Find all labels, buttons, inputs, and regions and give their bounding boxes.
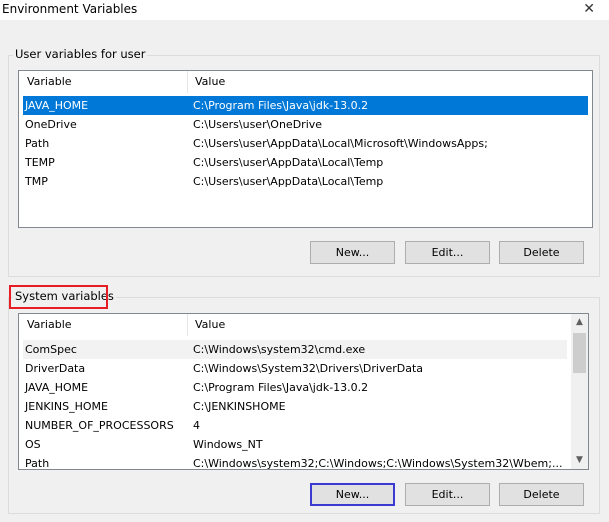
- variable-value-cell: C:\Users\user\AppData\Local\Microsoft\Wi…: [193, 137, 488, 150]
- close-icon[interactable]: ✕: [583, 1, 595, 17]
- variable-name-cell: JENKINS_HOME: [25, 400, 108, 413]
- variable-value-cell: Windows_NT: [193, 438, 263, 451]
- variable-value-cell: C:\Program Files\Java\jdk-13.0.2: [193, 99, 369, 112]
- variable-value-cell: C:\Windows\System32\Drivers\DriverData: [193, 362, 424, 375]
- system-variables-list[interactable]: Variable Value ComSpec C:\Windows\system3…: [18, 313, 589, 470]
- user-list-header: Variable Value: [19, 71, 592, 93]
- table-row[interactable]: JAVA_HOME C:\Program Files\Java\jdk-13.0.…: [23, 378, 567, 397]
- variable-value-cell: C:\Windows\system32\cmd.exe: [193, 343, 366, 356]
- vertical-scrollbar[interactable]: ▲ ▼: [571, 314, 588, 469]
- variable-name-cell: JAVA_HOME: [25, 99, 89, 112]
- table-row[interactable]: JAVA_HOME C:\Program Files\Java\jdk-13.0.…: [23, 96, 588, 115]
- scroll-down-icon[interactable]: ▼: [571, 452, 588, 469]
- column-separator[interactable]: [187, 314, 188, 336]
- variable-value-cell: C:\Program Files\Java\jdk-13.0.2: [193, 381, 369, 394]
- user-edit-button[interactable]: Edit...: [405, 241, 490, 264]
- window-title: Environment Variables: [2, 2, 138, 16]
- column-header-value[interactable]: Value: [195, 318, 225, 331]
- column-header-value[interactable]: Value: [195, 75, 225, 88]
- variable-value-cell: C:\Users\user\AppData\Local\Temp: [193, 175, 384, 188]
- table-row[interactable]: NUMBER_OF_PROCESSORS 4: [23, 416, 567, 435]
- variable-name-cell: Path: [25, 137, 50, 150]
- system-delete-button[interactable]: Delete: [499, 483, 584, 506]
- scroll-up-icon[interactable]: ▲: [571, 314, 588, 331]
- variable-value-cell: C:\Users\user\OneDrive: [193, 118, 323, 131]
- user-variables-list[interactable]: Variable Value JAVA_HOME C:\Program Files…: [18, 70, 593, 228]
- variable-value-cell: 4: [193, 419, 200, 432]
- system-list-header: Variable Value: [19, 314, 588, 336]
- table-row[interactable]: OS Windows_NT: [23, 435, 567, 454]
- title-bar: Environment Variables ✕: [0, 0, 609, 20]
- table-row[interactable]: Path C:\Windows\system32;C:\Windows;C:\Wi…: [23, 454, 567, 470]
- column-header-variable[interactable]: Variable: [27, 75, 72, 88]
- variable-name-cell: ComSpec: [25, 343, 77, 356]
- table-row[interactable]: TEMP C:\Users\user\AppData\Local\Temp: [23, 153, 588, 172]
- system-edit-button[interactable]: Edit...: [405, 483, 490, 506]
- highlight-annotation-box: [9, 285, 108, 309]
- variable-name-cell: OneDrive: [25, 118, 77, 131]
- table-row[interactable]: TMP C:\Users\user\AppData\Local\Temp: [23, 172, 588, 191]
- variable-name-cell: TMP: [25, 175, 48, 188]
- user-new-button[interactable]: New...: [310, 241, 395, 264]
- variable-value-cell: C:\Windows\system32;C:\Windows;C:\Window…: [193, 457, 563, 470]
- column-separator[interactable]: [187, 71, 188, 93]
- table-row[interactable]: DriverData C:\Windows\System32\Drivers\Dr…: [23, 359, 567, 378]
- scrollbar-thumb[interactable]: [573, 333, 586, 373]
- variable-value-cell: C:\Users\user\AppData\Local\Temp: [193, 156, 384, 169]
- table-row[interactable]: Path C:\Users\user\AppData\Local\Microsof…: [23, 134, 588, 153]
- column-header-variable[interactable]: Variable: [27, 318, 72, 331]
- variable-name-cell: TEMP: [25, 156, 55, 169]
- table-row[interactable]: OneDrive C:\Users\user\OneDrive: [23, 115, 588, 134]
- variable-name-cell: Path: [25, 457, 50, 470]
- user-variables-legend: User variables for user: [13, 47, 148, 61]
- variable-name-cell: OS: [25, 438, 41, 451]
- user-delete-button[interactable]: Delete: [499, 241, 584, 264]
- variable-name-cell: JAVA_HOME: [25, 381, 89, 394]
- variable-name-cell: DriverData: [25, 362, 86, 375]
- variable-value-cell: C:\JENKINSHOME: [193, 400, 286, 413]
- table-row[interactable]: JENKINS_HOME C:\JENKINSHOME: [23, 397, 567, 416]
- variable-name-cell: NUMBER_OF_PROCESSORS: [25, 419, 174, 432]
- system-new-button[interactable]: New...: [310, 483, 395, 506]
- table-row[interactable]: ComSpec C:\Windows\system32\cmd.exe: [23, 340, 567, 359]
